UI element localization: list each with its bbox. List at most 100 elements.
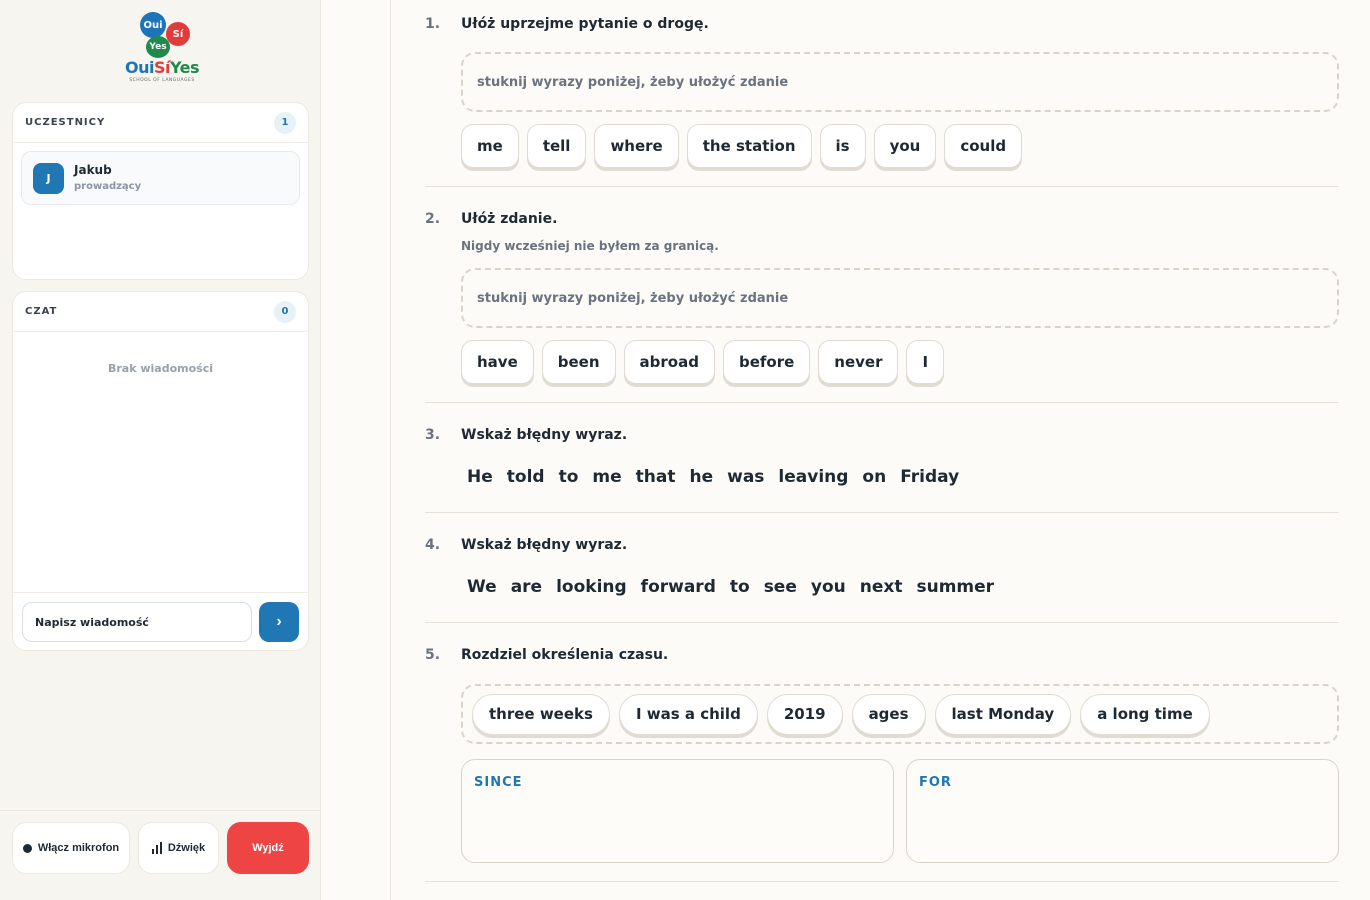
exercise-3: 3. Wskaż błędny wyraz. He told to me tha…: [425, 403, 1339, 513]
for-bucket-label: FOR: [919, 775, 952, 790]
selectable-word[interactable]: looking: [549, 577, 634, 597]
participants-panel: UCZESTNICY 1 J Jakub prowadzący: [12, 102, 309, 280]
exercise-number: 2.: [425, 211, 441, 227]
selectable-word[interactable]: next: [853, 577, 910, 597]
time-expression-pill[interactable]: a long time: [1080, 693, 1210, 735]
sentence-dropzone[interactable]: stuknij wyrazy poniżej, żeby ułożyć zdan…: [461, 52, 1339, 112]
selectable-word[interactable]: forward: [634, 577, 723, 597]
time-expression-pill[interactable]: last Monday: [934, 693, 1072, 735]
exercise-subtitle: Nigdy wcześniej nie byłem za granicą.: [461, 239, 719, 253]
chat-empty-message: Brak wiadomości: [107, 362, 214, 375]
selectable-word[interactable]: Friday: [893, 467, 966, 487]
participants-count-badge: 1: [274, 111, 296, 134]
selectable-word[interactable]: summer: [909, 577, 1001, 597]
exercise-title: Ułóż zdanie.: [461, 211, 558, 227]
participants-title: UCZESTNICY: [25, 117, 106, 128]
selectable-word[interactable]: told: [500, 467, 552, 487]
participants-header: UCZESTNICY 1: [13, 103, 308, 143]
exercise-number: 5.: [425, 647, 441, 663]
chat-compose: ›: [13, 592, 308, 650]
word-chip[interactable]: been: [541, 340, 616, 384]
exercise-title: Rozdziel określenia czasu.: [461, 647, 669, 663]
selectable-word[interactable]: We: [467, 577, 504, 597]
time-expression-pill[interactable]: I was a child: [618, 693, 758, 735]
word-chip[interactable]: I: [906, 340, 945, 384]
logo-word-oui: Oui: [125, 58, 154, 77]
word-chips: me tell where the station is you could: [461, 124, 1023, 168]
logo-word-si: Sí: [153, 58, 171, 77]
chat-title: CZAT: [25, 306, 58, 317]
logo-tagline: SCHOOL OF LANGUAGES: [129, 78, 195, 83]
exercise-title: Wskaż błędny wyraz.: [461, 537, 628, 553]
word-chip[interactable]: before: [722, 340, 811, 384]
time-expression-pill[interactable]: three weeks: [472, 693, 610, 735]
sentence-words: He told to me that he was leaving on Fri…: [467, 467, 966, 487]
logo-word-yes: Yes: [170, 58, 200, 77]
time-expression-pill[interactable]: ages: [851, 693, 926, 735]
for-bucket[interactable]: FOR: [906, 759, 1339, 863]
selectable-word[interactable]: he: [682, 467, 720, 487]
since-bucket-label: SINCE: [474, 775, 523, 790]
microphone-label: Włącz mikrofon: [37, 842, 120, 854]
logo-bubble-yes: Yes: [146, 36, 170, 58]
selectable-word[interactable]: He: [467, 467, 500, 487]
exercise-number: 1.: [425, 16, 441, 32]
avatar: J: [33, 163, 64, 194]
participant-name: Jakub: [74, 163, 112, 177]
word-chip[interactable]: have: [461, 340, 534, 384]
word-chip[interactable]: never: [818, 340, 899, 384]
logo-bubble-oui: Oui: [140, 12, 166, 38]
word-chip[interactable]: tell: [526, 124, 587, 168]
word-chip[interactable]: could: [944, 124, 1023, 168]
exercise-number: 4.: [425, 537, 441, 553]
sentence-dropzone[interactable]: stuknij wyrazy poniżej, żeby ułożyć zdan…: [461, 268, 1339, 328]
word-chip[interactable]: abroad: [623, 340, 715, 384]
exit-button[interactable]: Wyjdź: [227, 822, 309, 874]
chat-message-input[interactable]: [22, 602, 252, 642]
exercise-2: 2. Ułóż zdanie. Nigdy wcześniej nie byłe…: [425, 187, 1339, 403]
exercise-5: 5. Rozdziel określenia czasu. three week…: [425, 623, 1339, 882]
exercise-title: Wskaż błędny wyraz.: [461, 427, 628, 443]
sound-label: Dźwięk: [167, 842, 206, 854]
chat-panel: CZAT 0 Brak wiadomości ›: [12, 291, 309, 651]
selectable-word[interactable]: see: [757, 577, 804, 597]
microphone-dot-icon: [22, 843, 32, 853]
sound-button[interactable]: Dźwięk: [138, 822, 219, 874]
microphone-toggle-button[interactable]: Włącz mikrofon: [12, 822, 130, 874]
school-logo: Oui Sí Yes OuiSíYes SCHOOL OF LANGUAGES: [118, 8, 206, 86]
exercise-area: 1. Ułóż uprzejme pytanie o drogę. stukni…: [390, 0, 1370, 900]
selectable-word[interactable]: was: [720, 467, 771, 487]
send-message-button[interactable]: ›: [259, 602, 299, 642]
time-expression-pill[interactable]: 2019: [766, 693, 843, 735]
word-chip[interactable]: is: [819, 124, 866, 168]
selectable-word[interactable]: leaving: [771, 467, 855, 487]
selectable-word[interactable]: are: [504, 577, 549, 597]
selectable-word[interactable]: you: [804, 577, 853, 597]
sentence-words: We are looking forward to see you next s…: [467, 577, 1001, 597]
word-chip[interactable]: me: [461, 124, 519, 168]
sidebar: Oui Sí Yes OuiSíYes SCHOOL OF LANGUAGES …: [0, 0, 321, 900]
time-expressions-pool[interactable]: three weeks I was a child 2019 ages last…: [461, 684, 1339, 744]
exercise-1: 1. Ułóż uprzejme pytanie o drogę. stukni…: [425, 0, 1339, 187]
exercise-number: 3.: [425, 427, 441, 443]
selectable-word[interactable]: me: [585, 467, 628, 487]
exercise-title: Ułóż uprzejme pytanie o drogę.: [461, 16, 709, 32]
participant-card[interactable]: J Jakub prowadzący: [21, 151, 300, 205]
selectable-word[interactable]: to: [552, 467, 586, 487]
since-bucket[interactable]: SINCE: [461, 759, 894, 863]
chat-header: CZAT 0: [13, 292, 308, 332]
sound-bars-icon: [151, 842, 162, 854]
participant-role: prowadzący: [74, 181, 142, 192]
selectable-word[interactable]: that: [629, 467, 683, 487]
word-chip[interactable]: where: [594, 124, 679, 168]
exercise-4: 4. Wskaż błędny wyraz. We are looking fo…: [425, 513, 1339, 623]
word-chip[interactable]: the station: [686, 124, 812, 168]
word-chip[interactable]: you: [873, 124, 937, 168]
logo-bubble-si: Sí: [166, 22, 190, 46]
logo-wordmark: OuiSíYes: [118, 58, 206, 77]
selectable-word[interactable]: to: [723, 577, 757, 597]
session-controls: Włącz mikrofon Dźwięk Wyjdź: [0, 810, 321, 900]
chat-count-badge: 0: [274, 300, 296, 323]
word-chips: have been abroad before never I: [461, 340, 945, 384]
selectable-word[interactable]: on: [855, 467, 893, 487]
